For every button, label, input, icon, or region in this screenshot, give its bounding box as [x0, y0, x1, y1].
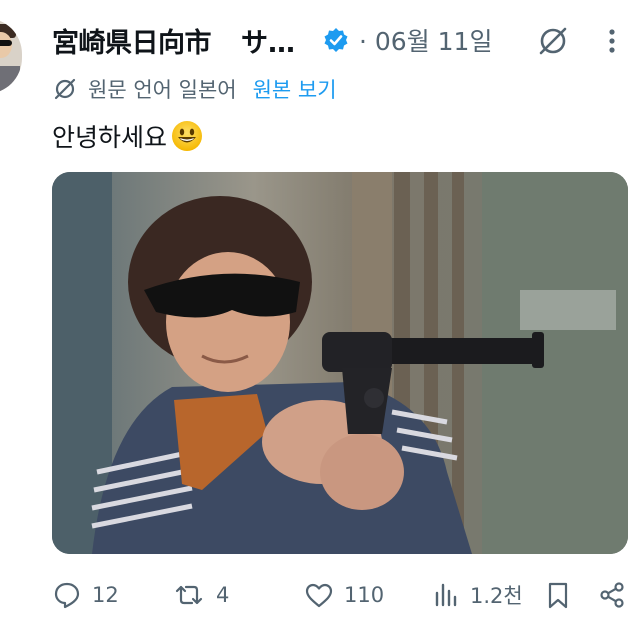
verified-badge-icon [323, 27, 349, 53]
translation-notice: 원문 언어 일본어 원본 보기 [52, 74, 337, 104]
translation-label: 원문 언어 일본어 [88, 78, 237, 102]
post-header: 宮崎県日向市 サ… · 06월 11일 [52, 21, 632, 60]
author-name[interactable]: 宮崎県日向市 [52, 21, 212, 60]
post-date[interactable]: · 06월 11일 [359, 22, 492, 58]
reply-icon [54, 582, 80, 609]
post-media-image[interactable] [52, 172, 628, 554]
author-name-truncated[interactable]: サ… [241, 21, 295, 60]
post-text: 안녕하세요 [52, 118, 203, 154]
grok-icon[interactable] [536, 24, 570, 58]
repost-button[interactable]: 4 [172, 574, 229, 616]
bookmark-icon [548, 582, 568, 609]
repost-icon [175, 585, 203, 605]
post-text-body: 안녕하세요 [52, 123, 168, 152]
reply-button[interactable]: 12 [52, 574, 119, 616]
translate-icon [52, 76, 78, 102]
views-button[interactable]: 1.2천 [432, 574, 523, 616]
reply-count: 12 [92, 583, 119, 607]
share-icon [600, 582, 624, 608]
show-original-link[interactable]: 원본 보기 [253, 74, 337, 104]
post-action-bar: 12 4 110 1.2천 [52, 574, 632, 616]
like-icon [305, 583, 333, 608]
media-photo [52, 172, 628, 554]
avatar-shirt [0, 66, 20, 94]
views-count: 1.2천 [470, 584, 523, 608]
views-icon [435, 583, 457, 607]
more-options-icon[interactable] [600, 26, 624, 56]
author-avatar[interactable] [0, 18, 22, 94]
avatar-sunglasses [0, 40, 12, 46]
like-count: 110 [344, 583, 385, 607]
share-button[interactable] [598, 574, 636, 616]
repost-count: 4 [216, 583, 230, 607]
bookmark-button[interactable] [546, 574, 580, 616]
smiley-emoji [171, 120, 203, 152]
like-button[interactable]: 110 [304, 574, 384, 616]
